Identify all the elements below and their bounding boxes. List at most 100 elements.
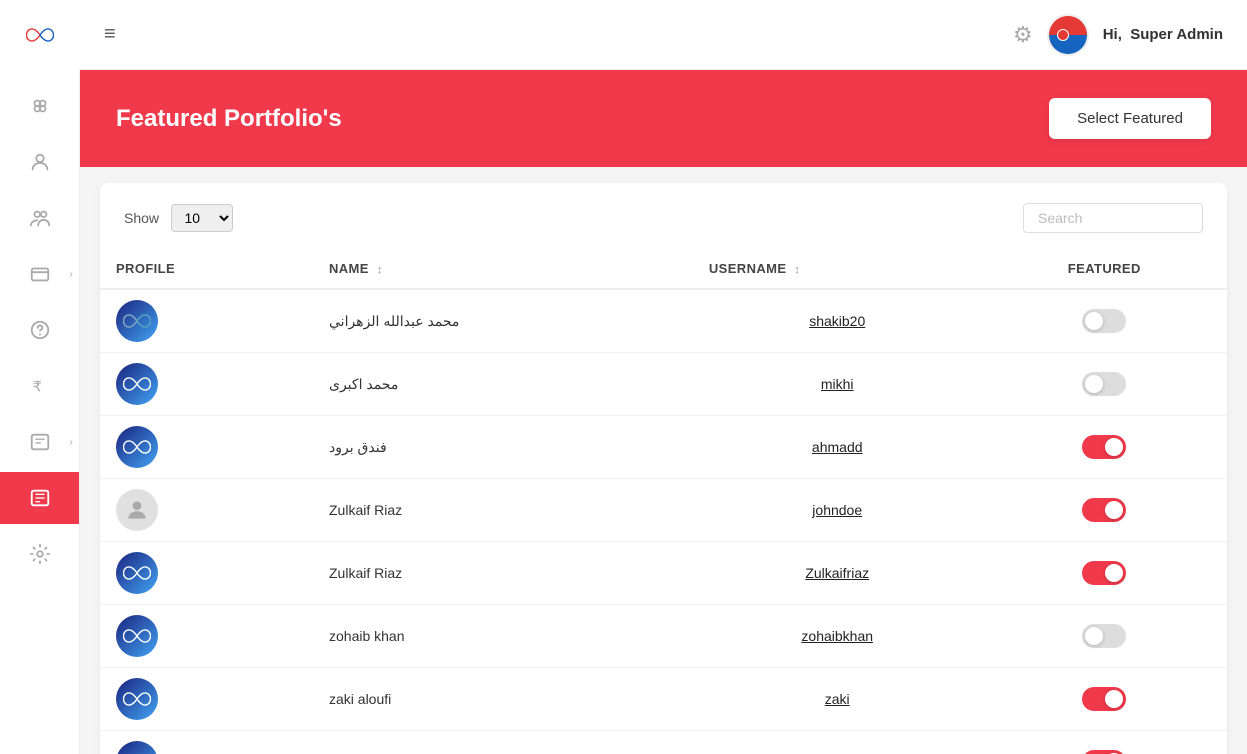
sidebar-navigation: › ₹ › [0, 70, 79, 580]
avatar-infinity [116, 552, 158, 594]
topbar: ≡ ⚙ Hi, Super Admin [80, 0, 1247, 70]
cell-name: yousra charif tribak [313, 731, 693, 754]
col-name[interactable]: NAME ↕ [313, 249, 693, 289]
show-label: Show [124, 210, 159, 226]
team-icon [29, 207, 51, 229]
show-select[interactable]: 10 25 50 100 [171, 204, 233, 232]
sidebar-item-rupee[interactable]: ₹ [0, 360, 79, 412]
table-row: فندق برود ahmadd [100, 416, 1227, 479]
avatar-infinity [116, 615, 158, 657]
featured-icon [29, 487, 51, 509]
topbar-right: ⚙ Hi, Super Admin [1013, 14, 1223, 56]
chevron-right-icon: › [70, 269, 73, 280]
featured-toggle[interactable] [1082, 624, 1126, 648]
featured-toggle[interactable] [1082, 687, 1126, 711]
username-link[interactable]: shakib20 [809, 313, 865, 329]
cell-name: zohaib khan [313, 605, 693, 668]
hamburger-menu[interactable]: ≡ [104, 23, 116, 46]
card-icon [29, 263, 51, 285]
toggle-slider [1082, 372, 1126, 396]
select-featured-button[interactable]: Select Featured [1049, 98, 1211, 139]
cell-featured [982, 731, 1227, 754]
avatar-infinity [116, 741, 158, 754]
cell-profile [100, 289, 313, 353]
cell-username: zaki [693, 668, 982, 731]
cell-profile [100, 416, 313, 479]
dashboard-icon [29, 95, 51, 117]
table-container: Show 10 25 50 100 PROFILE [100, 183, 1227, 754]
cell-profile [100, 731, 313, 754]
featured-toggle[interactable] [1082, 498, 1126, 522]
avatar-custom [116, 300, 158, 342]
name-text: Zulkaif Riaz [329, 565, 402, 581]
toggle-slider [1082, 435, 1126, 459]
page-content: Featured Portfolio's Select Featured Sho… [80, 70, 1247, 754]
username-link[interactable]: Zulkaifriaz [805, 565, 869, 581]
name-text: Zulkaif Riaz [329, 502, 402, 518]
cell-profile [100, 479, 313, 542]
featured-toggle[interactable] [1082, 372, 1126, 396]
topbar-left: ≡ [104, 23, 116, 46]
logo-icon [26, 27, 54, 43]
name-text: zohaib khan [329, 628, 405, 644]
avatar-infinity [116, 363, 158, 405]
table-header: PROFILE NAME ↕ USERNAME ↕ FEATURED [100, 249, 1227, 289]
table-row: zaki aloufi zaki [100, 668, 1227, 731]
cell-featured [982, 605, 1227, 668]
table-body: محمد عبدالله الزهراني shakib20 محمد اکبری… [100, 289, 1227, 754]
sidebar-item-dashboard[interactable] [0, 80, 79, 132]
sidebar-item-card[interactable]: › [0, 248, 79, 300]
toggle-slider [1082, 561, 1126, 585]
svg-text:₹: ₹ [32, 380, 41, 396]
username-link[interactable]: mikhi [821, 376, 854, 392]
username-link[interactable]: johndoe [812, 502, 862, 518]
chevron-right-icon-2: › [70, 437, 73, 448]
sidebar: › ₹ › [0, 0, 80, 754]
featured-toggle[interactable] [1082, 750, 1126, 754]
featured-toggle[interactable] [1082, 435, 1126, 459]
toggle-slider [1082, 687, 1126, 711]
cell-featured [982, 416, 1227, 479]
cell-featured [982, 289, 1227, 353]
featured-toggle[interactable] [1082, 561, 1126, 585]
cell-username: Zulkaifriaz [693, 542, 982, 605]
username-link[interactable]: zohaibkhan [801, 628, 873, 644]
user-icon [29, 151, 51, 173]
sidebar-item-user[interactable] [0, 136, 79, 188]
name-text: zaki aloufi [329, 691, 391, 707]
sort-username-icon: ↕ [794, 264, 800, 276]
table-row: zohaib khan zohaibkhan [100, 605, 1227, 668]
username-label: Super Admin [1130, 26, 1223, 43]
avatar-infinity [116, 678, 158, 720]
cell-name: محمد عبدالله الزهراني [313, 289, 693, 353]
sidebar-item-help[interactable] [0, 304, 79, 356]
search-container [1023, 203, 1203, 233]
cell-name: محمد اکبری [313, 353, 693, 416]
cell-featured [982, 479, 1227, 542]
sidebar-item-portfolio[interactable]: › [0, 416, 79, 468]
cell-username: ahmadd [693, 416, 982, 479]
toggle-slider [1082, 624, 1126, 648]
sidebar-item-featured[interactable] [0, 472, 79, 524]
featured-toggle[interactable] [1082, 309, 1126, 333]
name-text: محمد اکبری [329, 376, 398, 392]
avatar-person [116, 489, 158, 531]
name-text: فندق برود [329, 439, 387, 455]
avatar-infinity [116, 426, 158, 468]
table-row: محمد عبدالله الزهراني shakib20 [100, 289, 1227, 353]
settings-topbar-icon[interactable]: ⚙ [1013, 22, 1033, 48]
sidebar-item-team[interactable] [0, 192, 79, 244]
cell-featured [982, 353, 1227, 416]
username-link[interactable]: ahmadd [812, 439, 863, 455]
cell-username: yousra [693, 731, 982, 754]
portfolio-table: PROFILE NAME ↕ USERNAME ↕ FEATURED [100, 249, 1227, 754]
toggle-slider [1082, 309, 1126, 333]
page-title: Featured Portfolio's [116, 105, 342, 133]
portfolio-icon [29, 431, 51, 453]
search-input[interactable] [1023, 203, 1203, 233]
name-text: محمد عبدالله الزهراني [329, 313, 459, 329]
col-username[interactable]: USERNAME ↕ [693, 249, 982, 289]
sidebar-item-settings[interactable] [0, 528, 79, 580]
greeting-text: Hi, Super Admin [1103, 26, 1223, 43]
username-link[interactable]: zaki [825, 691, 850, 707]
